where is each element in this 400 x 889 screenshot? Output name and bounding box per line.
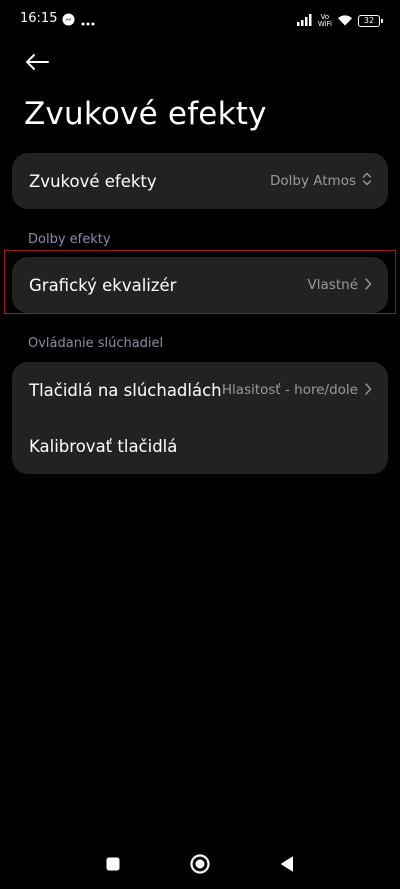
headphone-buttons-value: Hlasitosť - hore/dole	[221, 382, 358, 398]
page-title: Zvukové efekty	[24, 96, 267, 132]
dolby-card: Grafický ekvalizér Vlastné	[12, 257, 388, 313]
back-arrow-icon	[26, 54, 49, 70]
headphone-buttons-row[interactable]: Tlačidlá na slúchadlách Hlasitosť - hore…	[12, 362, 388, 418]
battery-icon: 32	[358, 14, 383, 27]
more-dots-icon	[81, 11, 95, 30]
triangle-back-icon	[281, 856, 293, 872]
calibrate-buttons-label: Kalibrovať tlačidlá	[29, 436, 178, 456]
status-time: 16:15	[20, 11, 58, 26]
headphone-buttons-label: Tlačidlá na slúchadlách	[29, 380, 222, 400]
calibrate-buttons-row[interactable]: Kalibrovať tlačidlá	[12, 418, 388, 474]
status-bar: 16:15 Vo WiFi 32	[0, 0, 400, 40]
chevron-right-icon	[364, 276, 372, 295]
graphic-equalizer-value: Vlastné	[307, 277, 358, 293]
headphone-controls-card: Tlačidlá na slúchadlách Hlasitosť - hore…	[12, 362, 388, 474]
chevron-up-down-icon	[362, 171, 372, 191]
back-nav-button[interactable]	[275, 852, 299, 876]
home-button[interactable]	[188, 852, 212, 876]
graphic-equalizer-row[interactable]: Grafický ekvalizér Vlastné	[12, 257, 388, 313]
chevron-right-icon	[364, 381, 372, 400]
back-button[interactable]	[24, 48, 56, 76]
signal-icon	[296, 11, 313, 30]
home-circle-icon	[190, 854, 210, 874]
wifi-icon	[337, 11, 353, 30]
dolby-section-header: Dolby efekty	[28, 232, 111, 247]
status-notification-icons	[62, 11, 95, 30]
headphone-section-header: Ovládanie slúchadiel	[28, 336, 164, 351]
graphic-equalizer-label: Grafický ekvalizér	[29, 275, 177, 295]
messenger-icon	[62, 11, 75, 30]
vowifi-icon: Vo WiFi	[317, 12, 332, 28]
sound-effects-row[interactable]: Zvukové efekty Dolby Atmos	[12, 153, 388, 209]
square-icon	[106, 857, 120, 871]
sound-effects-value: Dolby Atmos	[270, 173, 356, 189]
sound-effects-card: Zvukové efekty Dolby Atmos	[12, 153, 388, 209]
recents-button[interactable]	[101, 852, 125, 876]
navigation-bar	[0, 840, 400, 889]
status-system-icons: Vo WiFi 32	[296, 11, 383, 30]
sound-effects-label: Zvukové efekty	[29, 171, 157, 191]
